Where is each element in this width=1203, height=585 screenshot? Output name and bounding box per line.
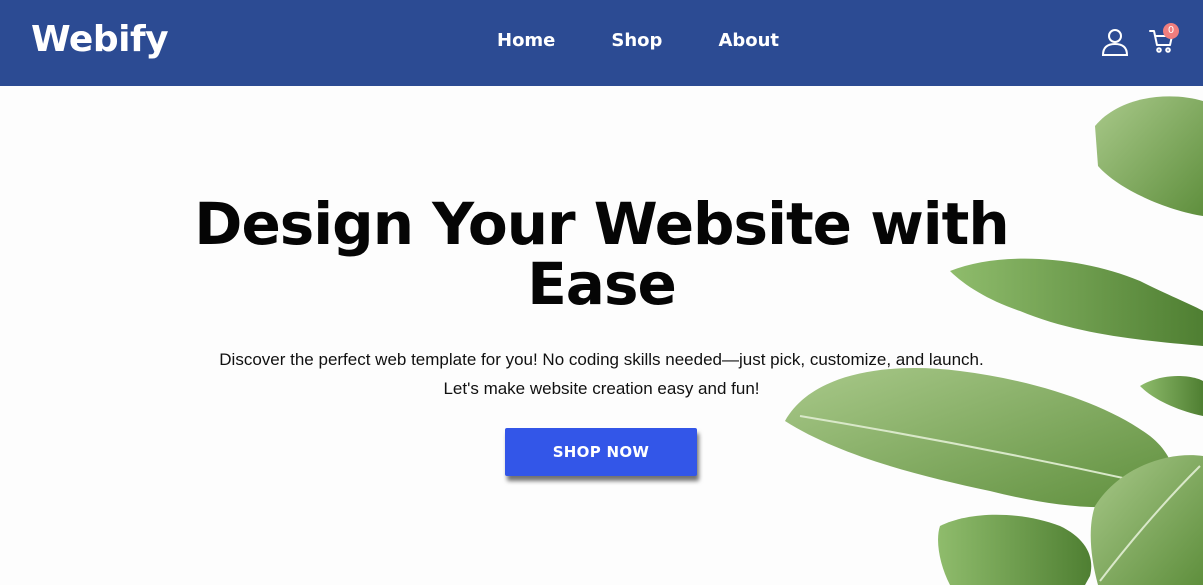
hero-section: Design Your Website with Ease Discover t… bbox=[0, 86, 1203, 585]
hero-title: Design Your Website with Ease bbox=[194, 190, 1009, 318]
user-icon[interactable] bbox=[1101, 28, 1129, 56]
nav-link-home[interactable]: Home bbox=[497, 30, 555, 51]
hero-description: Discover the perfect web template for yo… bbox=[150, 345, 1053, 403]
plant-leaves-image bbox=[785, 96, 1203, 585]
main-nav: Home Shop About bbox=[497, 30, 779, 51]
shop-now-button[interactable]: SHOP NOW bbox=[505, 428, 697, 476]
top-navbar: Webify Home Shop About 0 bbox=[0, 0, 1203, 86]
site-logo[interactable]: Webify bbox=[31, 19, 169, 60]
hero-description-line2: Let's make website creation easy and fun… bbox=[443, 379, 760, 398]
nav-link-shop[interactable]: Shop bbox=[611, 30, 662, 51]
cart-button[interactable]: 0 bbox=[1149, 23, 1181, 58]
hero-description-line1: Discover the perfect web template for yo… bbox=[219, 350, 984, 369]
cart-count-badge: 0 bbox=[1163, 23, 1179, 39]
nav-link-about[interactable]: About bbox=[718, 30, 779, 51]
